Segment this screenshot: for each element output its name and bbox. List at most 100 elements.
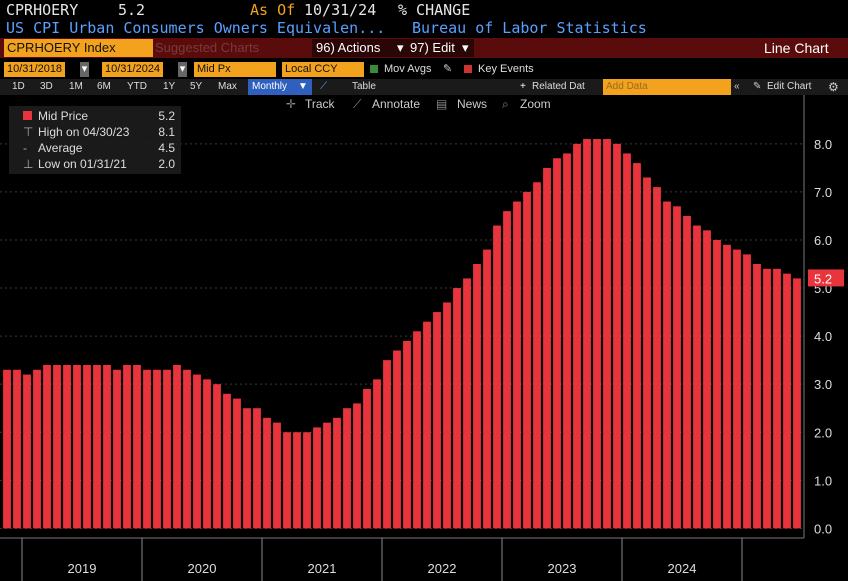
bar [283,432,291,529]
bar [733,249,741,529]
checkbox-icon[interactable] [370,65,378,73]
bar [773,268,781,529]
plus-icon: + [520,81,526,92]
bar [133,364,141,529]
bar [483,249,491,529]
line-chart-icon[interactable]: ⟋ [320,79,327,95]
bar [623,153,631,529]
bar [653,187,661,529]
bar [293,432,301,529]
legend-average: - Average 4.5 [15,140,179,156]
chart-type-label[interactable]: Line Chart [764,39,829,57]
security-input[interactable]: CPRHOERY Index [4,39,153,57]
bar [763,268,771,529]
track-button[interactable]: Track [305,97,335,111]
bar [683,215,691,529]
news-button[interactable]: News [457,97,487,111]
zoom-button[interactable]: Zoom [520,97,551,111]
bar [23,374,31,529]
bar [233,398,241,529]
bar [723,244,731,529]
table-button[interactable]: Table [352,79,376,95]
bar [503,211,511,529]
bar [673,206,681,529]
suggested-charts-button[interactable]: Suggested Charts [155,39,259,57]
last-value-label: 5.2 [814,271,832,286]
period-3d[interactable]: 3D [40,79,53,95]
period-1y[interactable]: 1Y [163,79,175,95]
bar [533,182,541,529]
bar [103,364,111,529]
bar [663,201,671,529]
bar [303,432,311,529]
bar [63,364,71,529]
bar [393,350,401,529]
bar [383,360,391,529]
low-marker-icon: ⊥ [23,157,34,171]
bar [173,364,181,529]
y-tick-label: 8.0 [814,137,832,152]
bar [213,384,221,529]
bar [3,369,11,529]
bar [573,143,581,529]
bar [353,403,361,529]
y-tick-label: 4.0 [814,329,832,344]
period-1d[interactable]: 1D [12,79,25,95]
bar [523,191,531,529]
y-tick-label: 7.0 [814,185,832,200]
add-data-input[interactable]: Add Data [603,79,731,95]
mov-avgs-toggle[interactable]: Mov Avgs [384,62,432,77]
high-marker-icon: ⊤ [23,125,34,139]
period-max[interactable]: Max [218,79,237,95]
period-ytd[interactable]: YTD [127,79,147,95]
legend-high-value: 8.1 [158,125,175,139]
gear-icon[interactable]: ⚙ [828,79,839,95]
bar [193,374,201,529]
price-field-select[interactable]: Mid Px [194,62,276,77]
legend-mid-price[interactable]: Mid Price 5.2 [15,108,179,124]
calendar-icon[interactable]: ▾ [178,62,187,77]
bar [13,369,21,529]
bar [613,143,621,529]
date-controls: 10/31/2018 ▾ 10/31/2024 ▾ Mid Px Local C… [0,60,848,79]
bar [343,408,351,529]
related-data-button[interactable]: Related Dat [532,79,585,95]
bar [153,369,161,529]
edit-chart-button[interactable]: Edit Chart [767,79,811,95]
currency-select[interactable]: Local CCY [282,62,364,77]
double-chevron-left-icon[interactable]: « [734,79,740,95]
calendar-icon[interactable]: ▾ [80,62,89,77]
data-source: Bureau of Labor Statistics [412,19,647,37]
chevron-down-icon: ▾ [462,40,469,55]
bar [313,427,321,529]
pencil-icon[interactable]: ✎ [443,62,452,77]
bar [363,388,371,529]
period-5y[interactable]: 5Y [190,79,202,95]
bar [123,364,131,529]
security-description: US CPI Urban Consumers Owners Equivalen.… [6,19,386,37]
start-date-input[interactable]: 10/31/2018 [4,62,66,77]
annotate-button[interactable]: Annotate [372,97,420,111]
actions-menu[interactable]: 96) Actions [312,39,406,57]
y-tick-label: 1.0 [814,473,832,488]
y-tick-label: 3.0 [814,377,832,392]
bar [83,364,91,529]
legend-average-value: 4.5 [158,141,175,155]
checkbox-icon[interactable] [464,65,472,73]
end-date-input[interactable]: 10/31/2024 [102,62,164,77]
bar [33,369,41,529]
security-description-row: US CPI Urban Consumers Owners Equivalen.… [6,19,846,38]
bar [643,177,651,529]
legend-high: ⊤ High on 04/30/23 8.1 [15,124,179,140]
crosshair-icon: ✛ [286,97,297,111]
change-label: % CHANGE [398,1,471,19]
period-6m[interactable]: 6M [97,79,111,95]
bar [423,321,431,529]
period-1m[interactable]: 1M [69,79,83,95]
legend-mid-price-value: 5.2 [158,109,175,123]
key-events-toggle[interactable]: Key Events [478,62,534,77]
bar [433,312,441,529]
as-of-date: 10/31/24 [304,1,377,19]
bar [793,278,801,529]
y-tick-label: 6.0 [814,233,832,248]
